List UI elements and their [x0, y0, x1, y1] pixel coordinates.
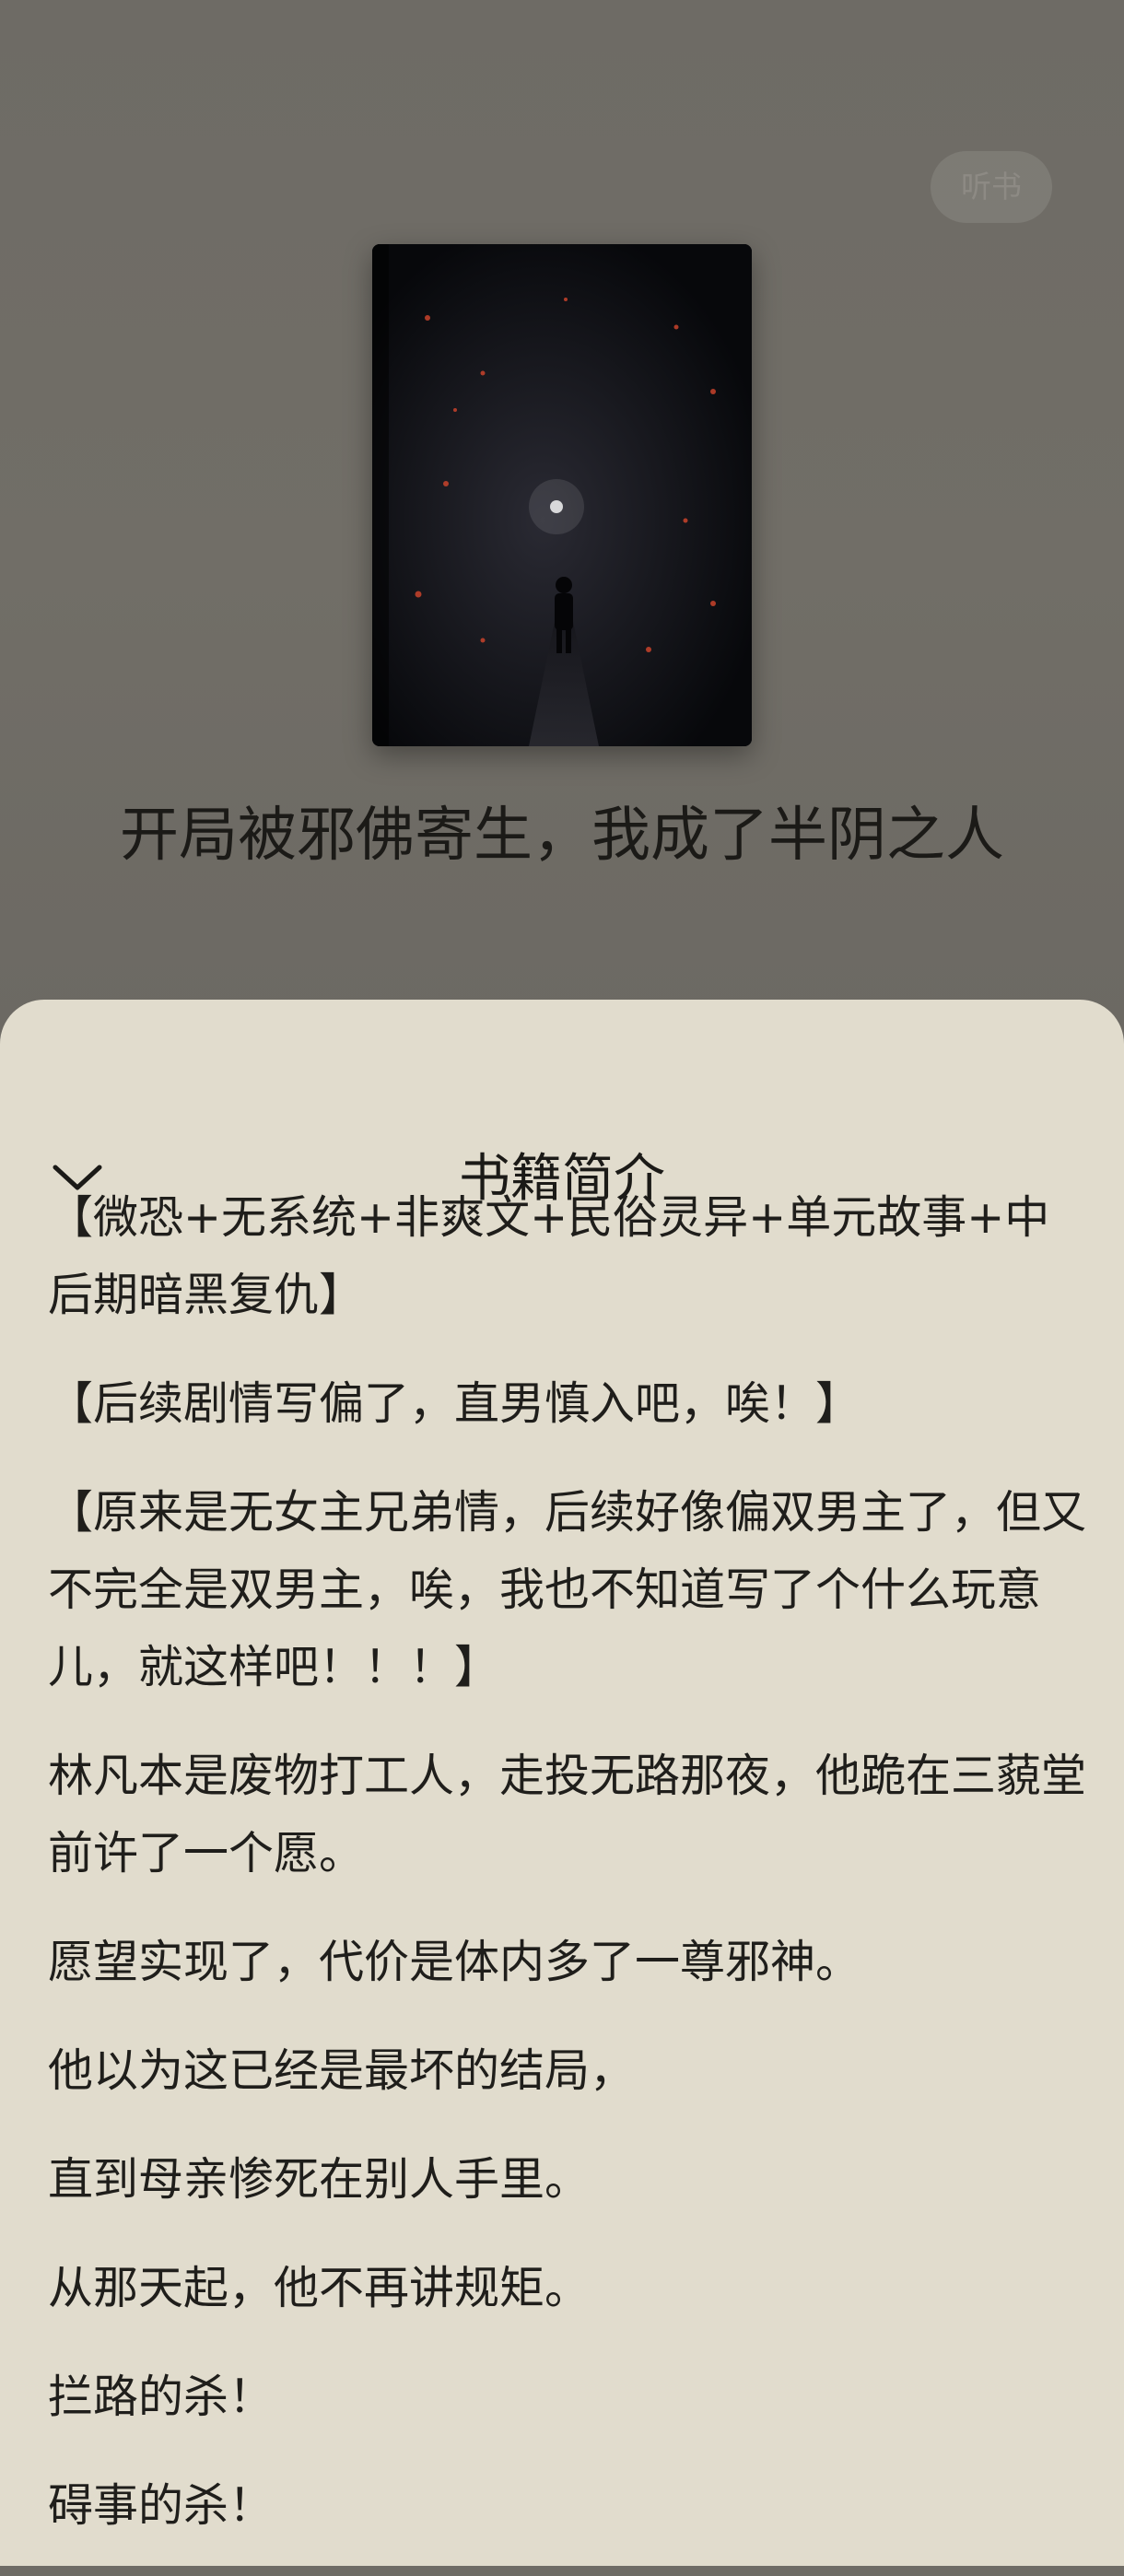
book-cover-image[interactable]: [372, 244, 752, 746]
intro-paragraph: 【后续剧情写偏了，直男慎入吧，唉！】: [48, 1377, 861, 1430]
listen-button[interactable]: 听书: [931, 151, 1052, 223]
intro-paragraph: 【原来是无女主兄弟情，后续好像偏双男主了，但又不完全是双男主，唉，我也不知道写了…: [48, 1486, 1087, 1693]
intro-paragraph: 愿望实现了，代价是体内多了一尊邪神。: [48, 1936, 861, 1988]
sheet-header: 书籍简介: [0, 1000, 1124, 1209]
intro-paragraph: 从那天起，他不再讲规矩。: [48, 2262, 591, 2314]
intro-paragraph: 林凡本是废物打工人，走投无路那夜，他跪在三藐堂前许了一个愿。: [48, 1750, 1087, 1879]
intro-text: 【微恐+无系统+非爽文+民俗灵异+单元故事+中后期暗黑复仇】 【后续剧情写偏了，…: [48, 1179, 1089, 2576]
intro-paragraph: 拦路的杀！: [48, 2371, 275, 2423]
intro-paragraph: 直到母亲惨死在别人手里。: [48, 2153, 591, 2206]
intro-paragraph: 碍事的杀！: [48, 2479, 275, 2532]
intro-paragraph: 【微恐+无系统+非爽文+民俗灵异+单元故事+中后期暗黑复仇】: [48, 1191, 1050, 1321]
book-title: 开局被邪佛寄生，我成了半阴之人: [120, 802, 1004, 870]
intro-paragraph: 他以为这已经是最坏的结局，: [48, 2044, 636, 2097]
